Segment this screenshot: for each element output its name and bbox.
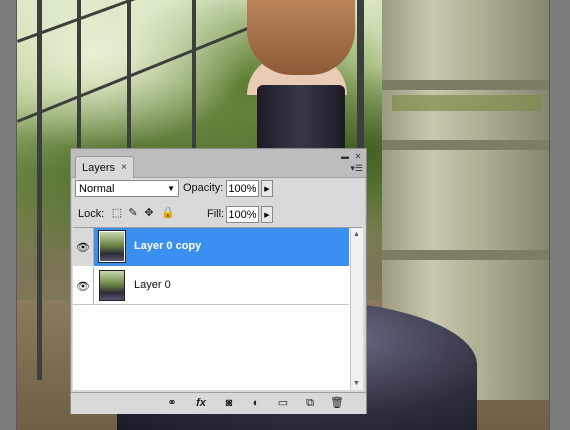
opacity-label: Opacity: — [183, 182, 224, 194]
fill-label: Fill: — [207, 208, 225, 220]
visibility-toggle[interactable]: 👁 — [73, 228, 94, 266]
close-icon[interactable]: ✕ — [353, 152, 363, 161]
layer-name[interactable]: Layer 0 — [134, 279, 171, 291]
tab-layers-label: Layers — [82, 161, 116, 174]
opacity-slider-arrow-icon[interactable]: ▶ — [261, 180, 273, 197]
layer-thumbnail — [99, 270, 125, 301]
canvas-frame-left — [0, 0, 17, 430]
scroll-down-icon[interactable]: ▼ — [353, 380, 360, 387]
lock-position-icon[interactable]: ✥ — [143, 207, 155, 219]
canvas-frame-right — [549, 0, 570, 430]
layers-list: 👁 Layer 0 copy 👁 Layer 0 ▲ ▼ — [73, 227, 363, 390]
link-layers-icon[interactable]: ⚭ — [164, 396, 180, 410]
panel-titlebar[interactable]: Layers × ▬ ✕ ▾☰ — [71, 149, 366, 178]
layer-name[interactable]: Layer 0 copy — [134, 240, 201, 252]
pillar-band — [382, 80, 549, 90]
lock-label: Lock: — [78, 208, 105, 220]
layer-row[interactable]: 👁 Layer 0 — [73, 267, 349, 305]
eye-icon: 👁 — [76, 241, 90, 254]
tab-layers[interactable]: Layers × — [75, 156, 134, 178]
fill-slider-arrow-icon[interactable]: ▶ — [261, 206, 273, 223]
layer-row[interactable]: 👁 Layer 0 copy — [73, 228, 349, 266]
lock-transparent-pixels-icon[interactable]: ⬚ — [111, 207, 123, 219]
lock-all-icon[interactable]: 🔒 — [161, 207, 175, 219]
eye-icon: 👁 — [76, 280, 90, 293]
new-layer-icon[interactable]: ⧉ — [302, 396, 318, 410]
figure-hair — [247, 0, 355, 75]
panel-footer: ⚭ fx ◙ ◐ ▭ ⧉ 🗑 — [71, 392, 366, 414]
blend-mode-value: Normal — [79, 182, 115, 195]
panel-menu-icon[interactable]: ▾☰ — [350, 163, 363, 174]
layer-style-fx-icon[interactable]: fx — [193, 396, 209, 410]
layers-panel: Layers × ▬ ✕ ▾☰ Normal ▼ Opacity: 100% ▶… — [70, 148, 367, 414]
opacity-field[interactable]: 100% — [226, 180, 259, 197]
pillar-moss — [392, 95, 542, 111]
minimize-icon[interactable]: ▬ — [340, 152, 350, 161]
blend-mode-select[interactable]: Normal ▼ — [75, 180, 179, 197]
gate-bar — [37, 0, 42, 380]
lock-row: Lock: ⬚ ✎ ✥ 🔒 Fill: 100% ▶ — [75, 205, 362, 225]
fill-field[interactable]: 100% — [226, 206, 259, 223]
tab-close-icon[interactable]: × — [121, 162, 127, 173]
chevron-down-icon: ▼ — [167, 184, 175, 193]
new-group-icon[interactable]: ▭ — [275, 396, 291, 410]
add-mask-icon[interactable]: ◙ — [221, 396, 237, 410]
lock-image-pixels-icon[interactable]: ✎ — [127, 207, 139, 219]
blend-row: Normal ▼ Opacity: 100% ▶ — [75, 179, 362, 199]
visibility-toggle[interactable]: 👁 — [73, 267, 94, 305]
layer-thumbnail — [98, 230, 126, 263]
adjustment-layer-icon[interactable]: ◐ — [248, 396, 264, 410]
scroll-up-icon[interactable]: ▲ — [353, 231, 360, 238]
layers-scrollbar[interactable]: ▲ ▼ — [350, 228, 363, 390]
pillar-band — [382, 140, 549, 150]
delete-layer-icon[interactable]: 🗑 — [329, 396, 345, 410]
pillar-band — [382, 250, 549, 260]
